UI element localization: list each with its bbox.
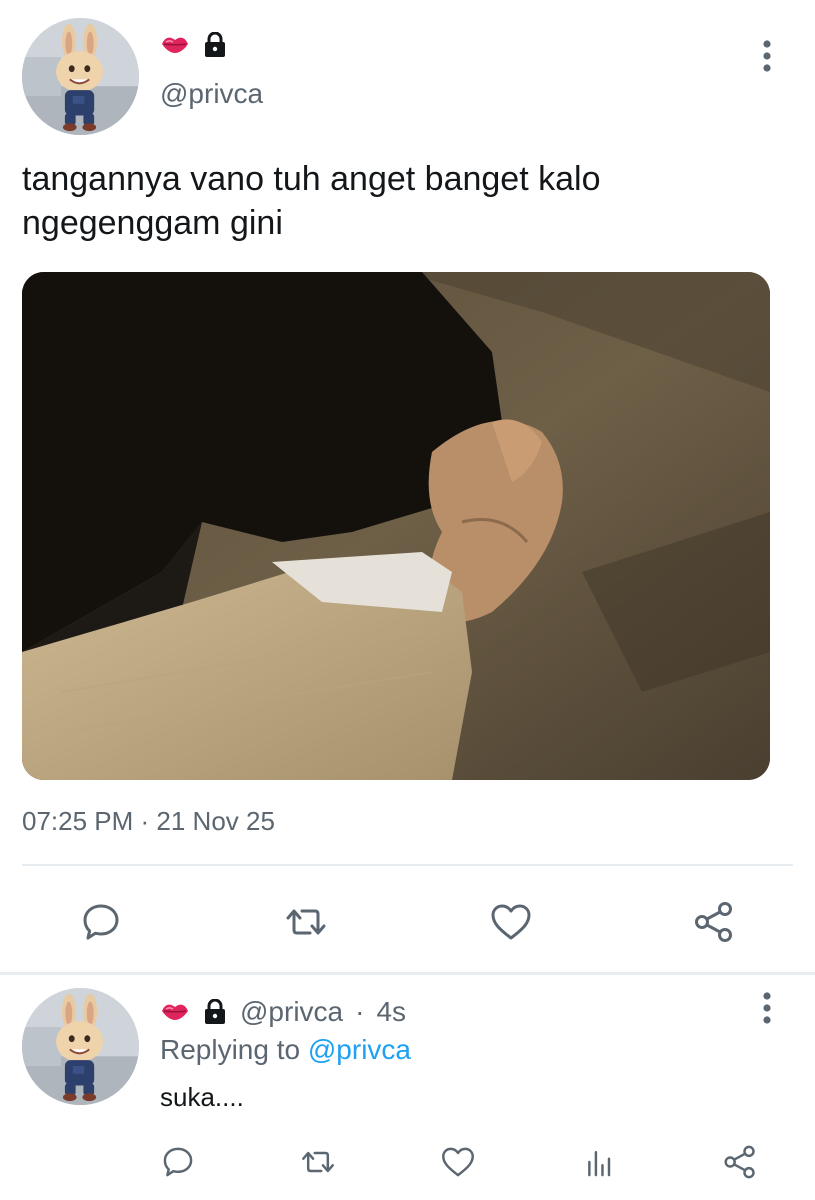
- lock-icon: [200, 32, 230, 58]
- separator-dot: ·: [355, 996, 365, 1027]
- reply-text: suka....: [160, 1082, 244, 1112]
- reply-author-avatar[interactable]: [22, 988, 139, 1105]
- section-divider: [0, 972, 815, 975]
- replying-to-mention[interactable]: @privca: [308, 1034, 411, 1065]
- replying-to-label: Replying to: [160, 1034, 308, 1065]
- avatar-toy-image: [22, 988, 139, 1105]
- stats-icon[interactable]: [580, 1142, 620, 1182]
- tweet-detail-page: @privca tangannya vano tuh anget banget …: [0, 0, 815, 1200]
- kiss-mark-icon: [160, 32, 190, 58]
- holding-hands-photo: [22, 272, 770, 780]
- reply-action-bar: [0, 1138, 815, 1188]
- tweet-action-bar: [0, 890, 815, 954]
- replying-to-line: Replying to @privca: [160, 1034, 411, 1066]
- tweet-text-line: ngegenggam gini: [22, 204, 283, 242]
- author-name-row: [160, 28, 230, 62]
- avatar-toy-image: [22, 18, 139, 135]
- retweet-icon[interactable]: [282, 898, 330, 946]
- divider: [22, 864, 793, 866]
- tweet-timestamp: 07:25 PM · 21 Nov 25: [22, 806, 275, 836]
- share-icon[interactable]: [690, 898, 738, 946]
- kiss-mark-icon: [160, 999, 190, 1025]
- reply-icon[interactable]: [158, 1142, 198, 1182]
- retweet-icon[interactable]: [298, 1142, 338, 1182]
- more-options-icon[interactable]: [756, 38, 778, 74]
- tweet-photo[interactable]: [22, 272, 770, 780]
- share-icon[interactable]: [720, 1142, 760, 1182]
- author-avatar[interactable]: [22, 18, 139, 135]
- author-handle[interactable]: @privca: [160, 78, 263, 110]
- reply-timestamp: 4s: [376, 996, 407, 1027]
- like-icon[interactable]: [487, 898, 535, 946]
- reply-more-options-icon[interactable]: [756, 990, 778, 1026]
- like-icon[interactable]: [438, 1142, 478, 1182]
- tweet-text-line: tangannya vano tuh anget banget kalo: [22, 160, 601, 198]
- tweet-text: tangannya vano tuh anget banget kalo nge…: [22, 157, 742, 245]
- reply-icon[interactable]: [77, 898, 125, 946]
- lock-icon: [200, 999, 230, 1025]
- reply-author-handle[interactable]: @privca: [240, 996, 343, 1028]
- reply-author-row: @privca · 4s: [160, 994, 406, 1030]
